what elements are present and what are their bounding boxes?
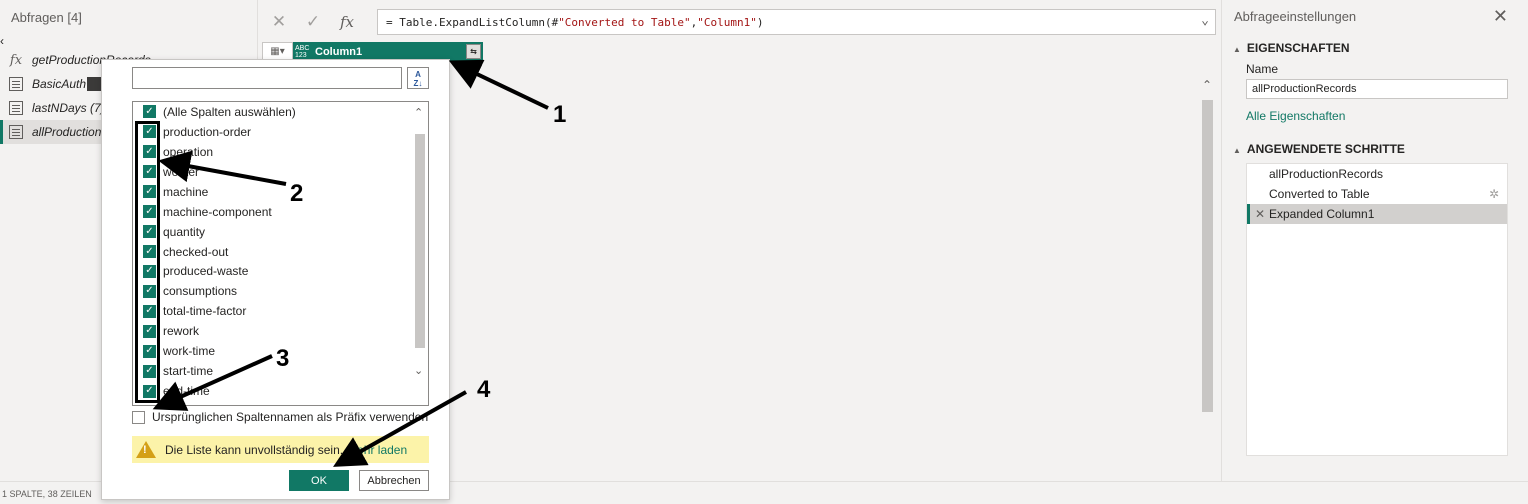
name-value: allProductionRecords — [1252, 83, 1357, 95]
scroll-up-icon[interactable]: ⌃ — [414, 106, 423, 119]
expand-formula-chevron-icon[interactable]: ⌄ — [1201, 13, 1209, 28]
table-icon — [9, 125, 23, 139]
name-label: Name — [1246, 62, 1279, 76]
column-option-label: total-time-factor — [163, 304, 247, 319]
step-label: Expanded Column1 — [1269, 207, 1375, 221]
table-icon — [9, 77, 23, 91]
settings-title: Abfrageeinstellungen — [1234, 9, 1357, 24]
column-option[interactable]: ✓ consumptions — [133, 281, 428, 301]
column-option[interactable]: ✓ checked-out — [133, 242, 428, 262]
cancel-x-icon[interactable]: ✕ — [262, 12, 296, 32]
formula-arg2: "Column1" — [697, 15, 757, 29]
column-option-label: start-time — [163, 364, 214, 379]
query-settings-pane: Abfrageeinstellungen ✕ ▲ EIGENSCHAFTEN Na… — [1221, 0, 1528, 481]
column-option-label: work-time — [163, 344, 216, 359]
query-label: lastNDays (7) — [32, 101, 105, 115]
column-name: Column1 — [315, 45, 363, 58]
column-option-label: quantity — [163, 224, 206, 239]
section-label: EIGENSCHAFTEN — [1246, 41, 1350, 55]
prefix-checkbox[interactable] — [132, 410, 145, 424]
expand-column-icon[interactable]: ⇆ — [466, 44, 481, 59]
table-icon — [9, 101, 23, 115]
checklist-scrollbar[interactable]: ⌃ ⌄ — [412, 102, 428, 405]
sort-az-icon[interactable]: A Z↓ — [407, 67, 429, 89]
applied-steps-list: allProductionRecords Converted to Table … — [1246, 163, 1508, 456]
collapse-triangle-icon: ▲ — [1233, 146, 1241, 155]
column-option-label: production-order — [163, 124, 252, 139]
warning-icon — [136, 441, 156, 458]
scrollbar-thumb[interactable] — [1202, 100, 1213, 412]
annotation-4: 4 — [477, 376, 491, 403]
column-option-label: consumptions — [163, 284, 238, 299]
checkbox-checked[interactable]: ✓ — [143, 105, 156, 119]
step-converted-to-table[interactable]: Converted to Table ✲ — [1247, 184, 1507, 204]
incomplete-list-warning: Die Liste kann unvollständig sein. Mehr … — [132, 436, 429, 463]
column-option[interactable]: ✓ quantity — [133, 222, 428, 242]
step-expanded-column1[interactable]: ✕ Expanded Column1 — [1247, 204, 1507, 224]
column-option-label: end-time — [163, 384, 210, 399]
name-input[interactable]: allProductionRecords — [1246, 79, 1508, 99]
scroll-down-icon[interactable]: ⌄ — [414, 364, 423, 377]
queries-header: Abfragen [4] — [0, 0, 257, 34]
column-option-label: operation — [163, 144, 214, 159]
column-option-label: rework — [163, 324, 200, 339]
step-label: allProductionRecords — [1269, 167, 1384, 181]
column-option[interactable]: ✓ operation — [133, 142, 428, 162]
checkbox-highlight-box — [135, 121, 160, 403]
collapse-triangle-icon: ▲ — [1233, 45, 1241, 54]
formula-sep: , — [690, 15, 698, 29]
column-option[interactable]: ✓ worker — [133, 162, 428, 182]
warning-text: Die Liste kann unvollständig sein. — [165, 442, 344, 457]
close-icon[interactable]: ✕ — [1493, 6, 1508, 27]
step-source[interactable]: allProductionRecords — [1247, 164, 1507, 184]
annotation-3: 3 — [276, 345, 290, 372]
formula-input[interactable]: = Table.ExpandListColumn(# "Converted to … — [377, 9, 1216, 35]
formula-prefix: = Table.ExpandListColumn(# — [386, 15, 559, 29]
column-option-label: checked-out — [163, 244, 229, 259]
all-properties-link[interactable]: Alle Eigenschaften — [1246, 109, 1345, 123]
column-option[interactable]: ✓ end-time — [133, 381, 428, 401]
section-label: ANGEWENDETE SCHRITTE — [1246, 142, 1405, 156]
scrollbar-thumb[interactable] — [415, 134, 425, 348]
type-any-icon: ABC 123 — [295, 44, 310, 59]
step-label: Converted to Table — [1269, 187, 1370, 201]
prefix-label: Ursprünglichen Spaltennamen als Präfix v… — [152, 410, 429, 424]
column-option[interactable]: ✓ rework — [133, 321, 428, 341]
annotation-2: 2 — [290, 180, 304, 207]
delete-step-icon[interactable]: ✕ — [1255, 207, 1265, 221]
select-all-row[interactable]: ✓ (Alle Spalten auswählen) — [133, 102, 428, 122]
properties-section-heading[interactable]: ▲ EIGENSCHAFTEN — [1233, 41, 1350, 55]
formula-suffix: ) — [756, 15, 764, 29]
scroll-up-icon[interactable]: ⌃ — [1202, 78, 1212, 92]
confirm-check-icon[interactable]: ✓ — [296, 12, 330, 32]
cancel-button[interactable]: Abbrechen — [359, 470, 429, 491]
column-option[interactable]: ✓ production-order — [133, 122, 428, 142]
column-option-label: produced-waste — [163, 264, 249, 279]
formula-arg1: "Converted to Table" — [558, 15, 691, 29]
column-option-label: (Alle Spalten auswählen) — [163, 104, 296, 119]
applied-steps-heading[interactable]: ▲ ANGEWENDETE SCHRITTE — [1233, 142, 1405, 156]
column-search-input[interactable] — [132, 67, 402, 89]
collapse-chevron-icon[interactable]: ‹ — [0, 34, 4, 48]
query-label: BasicAuth — [32, 77, 87, 91]
queries-title: Abfragen [4] — [11, 9, 82, 25]
column-option[interactable]: ✓ machine — [133, 182, 428, 202]
column-option-label: worker — [163, 164, 200, 179]
formula-bar: ✕ ✓ fx = Table.ExpandListColumn(# "Conver… — [262, 8, 1216, 36]
prefix-option[interactable]: Ursprünglichen Spaltennamen als Präfix v… — [132, 410, 428, 424]
column-option-label: machine-component — [163, 204, 272, 219]
load-more-link[interactable]: Mehr laden — [347, 443, 407, 457]
grid-scrollbar[interactable]: ⌃ ⌄ — [1199, 70, 1216, 498]
status-text: 1 SPALTE, 38 ZEILEN — [2, 489, 92, 499]
column-option[interactable]: ✓ machine-component — [133, 202, 428, 222]
fx-icon[interactable]: fx — [330, 13, 364, 31]
annotation-1: 1 — [553, 101, 567, 128]
gear-icon[interactable]: ✲ — [1489, 187, 1499, 201]
column-option[interactable]: ✓ total-time-factor — [133, 301, 428, 321]
ok-button[interactable]: OK — [289, 470, 349, 491]
fx-icon: fx — [9, 52, 23, 68]
column-option-label: machine — [163, 184, 209, 199]
column-option[interactable]: ✓ produced-waste — [133, 262, 428, 282]
